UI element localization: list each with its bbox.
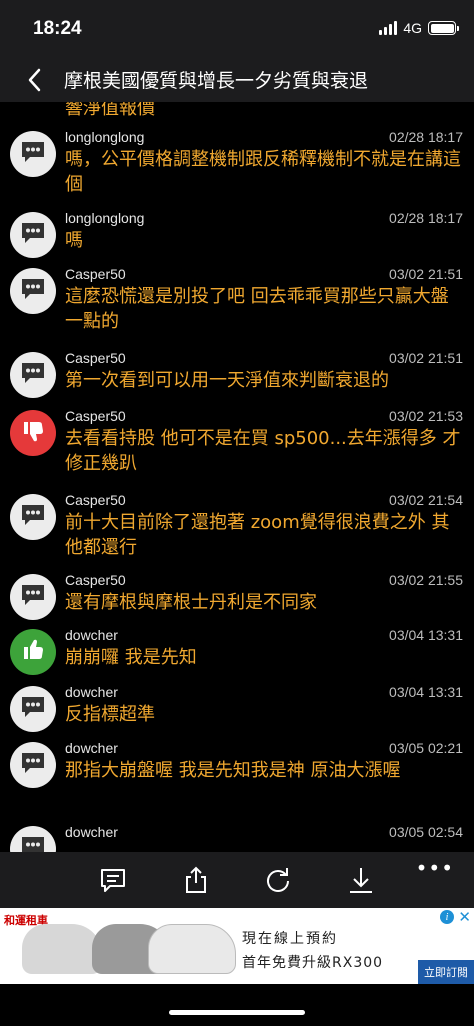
comment-username[interactable]: dowcher [65,684,118,700]
comment-icon [18,274,48,308]
comment-icon [18,137,48,171]
comment-icon [18,500,48,534]
more-button[interactable]: ••• [416,856,454,880]
comment-username[interactable]: dowcher [65,740,118,756]
chevron-left-icon [28,68,41,92]
signal-icon [379,21,398,35]
avatar [10,212,56,258]
comment-username[interactable]: longlonglong [65,129,144,145]
ad-info-icon[interactable]: i [440,910,454,924]
status-time: 18:24 [33,18,82,39]
comment-icon [18,580,48,614]
thumbs-up-icon [18,635,48,669]
partial-message-text: 響淨值報價 [65,102,155,119]
comment-username[interactable]: longlonglong [65,210,144,226]
comment-icon [18,218,48,252]
comment-username[interactable]: Casper50 [65,492,126,508]
comment-timestamp: 03/04 13:31 [389,684,463,700]
ad-close-icon[interactable]: ✕ [458,908,471,926]
comment-text: 崩崩囉 我是先知 [65,647,197,668]
comment-icon [18,832,48,852]
avatar [10,494,56,540]
avatar [10,410,56,456]
comment-timestamp: 03/02 21:51 [389,350,463,366]
comment-timestamp: 03/02 21:55 [389,572,463,588]
comment-button[interactable] [97,864,129,896]
comment-timestamp: 02/28 18:17 [389,210,463,226]
download-icon [350,868,372,893]
comment-timestamp: 03/02 21:51 [389,266,463,282]
comment-timestamp: 03/02 21:54 [389,492,463,508]
comment-text: 那指大崩盤喔 我是先知我是神 原油大漲喔 [65,760,401,781]
avatar [10,574,56,620]
comment-timestamp: 03/05 02:21 [389,740,463,756]
avatar [10,268,56,314]
comment-text: 嗎 [65,230,83,251]
car-image-white [22,924,102,974]
comment-icon [18,748,48,782]
comment-text: 反指標超準 [65,704,155,725]
status-indicators: 4G [379,20,459,36]
refresh-button[interactable] [262,864,294,896]
comment-username[interactable]: Casper50 [65,572,126,588]
car-image-white-2 [148,924,236,974]
ad-subline: 首年免費升級RX300 [242,955,384,971]
home-area [0,984,474,1026]
comment-timestamp: 02/28 18:17 [389,129,463,145]
thumbs-down-icon [18,416,48,450]
avatar [10,629,56,675]
comment-timestamp: 03/02 21:53 [389,408,463,424]
avatar [10,686,56,732]
home-indicator[interactable] [169,1010,305,1015]
ad-headline: 現在線上預約 [242,931,338,947]
comment-text: 去看看持股 他可不是在買 sp500...去年漲得多 才修正幾趴 [65,428,461,474]
comment-username[interactable]: Casper50 [65,266,126,282]
comment-timestamp: 03/04 13:31 [389,627,463,643]
comment-list[interactable]: 響淨值報價 longlonglong 02/28 18:17 嗎，公平價格調整機制跟… [0,102,474,852]
download-button[interactable] [345,864,377,896]
comment-username[interactable]: dowcher [65,627,118,643]
comment-icon [18,692,48,726]
comment-text: 前十大目前除了還抱著 zoom覺得很浪費之外 其他都還行 [65,512,450,558]
comment-text: 第一次看到可以用一天淨值來判斷衰退的 [65,370,389,391]
avatar [10,742,56,788]
comment-icon [101,869,125,892]
refresh-icon [267,868,289,892]
status-bar: 18:24 4G [0,0,474,60]
comment-timestamp: 03/05 02:54 [389,824,463,840]
avatar [10,131,56,177]
comment-username[interactable]: Casper50 [65,408,126,424]
share-button[interactable] [180,864,212,896]
ad-cta-button[interactable]: 立即訂閱 [418,960,474,984]
network-type: 4G [403,20,422,36]
comment-username[interactable]: Casper50 [65,350,126,366]
avatar [10,352,56,398]
comment-icon [18,358,48,392]
comment-username[interactable]: dowcher [65,824,118,840]
nav-bar: 摩根美國優質與增長一夕劣質與衰退 [0,60,474,102]
back-button[interactable] [18,62,54,98]
bottom-toolbar: ••• [0,852,474,908]
ad-banner[interactable]: 和運租車 現在線上預約 首年免費升級RX300 立即訂閱 i ✕ [0,908,474,984]
share-icon [186,866,206,893]
comment-text: 嗎，公平價格調整機制跟反稀釋機制不就是在講這個 [65,149,461,195]
battery-icon [428,21,459,35]
comment-text: 這麼恐慌還是別投了吧 回去乖乖買那些只贏大盤一點的 [65,286,449,332]
avatar [10,826,56,852]
page-title: 摩根美國優質與增長一夕劣質與衰退 [64,70,369,92]
comment-text: 還有摩根與摩根士丹利是不同家 [65,592,317,613]
